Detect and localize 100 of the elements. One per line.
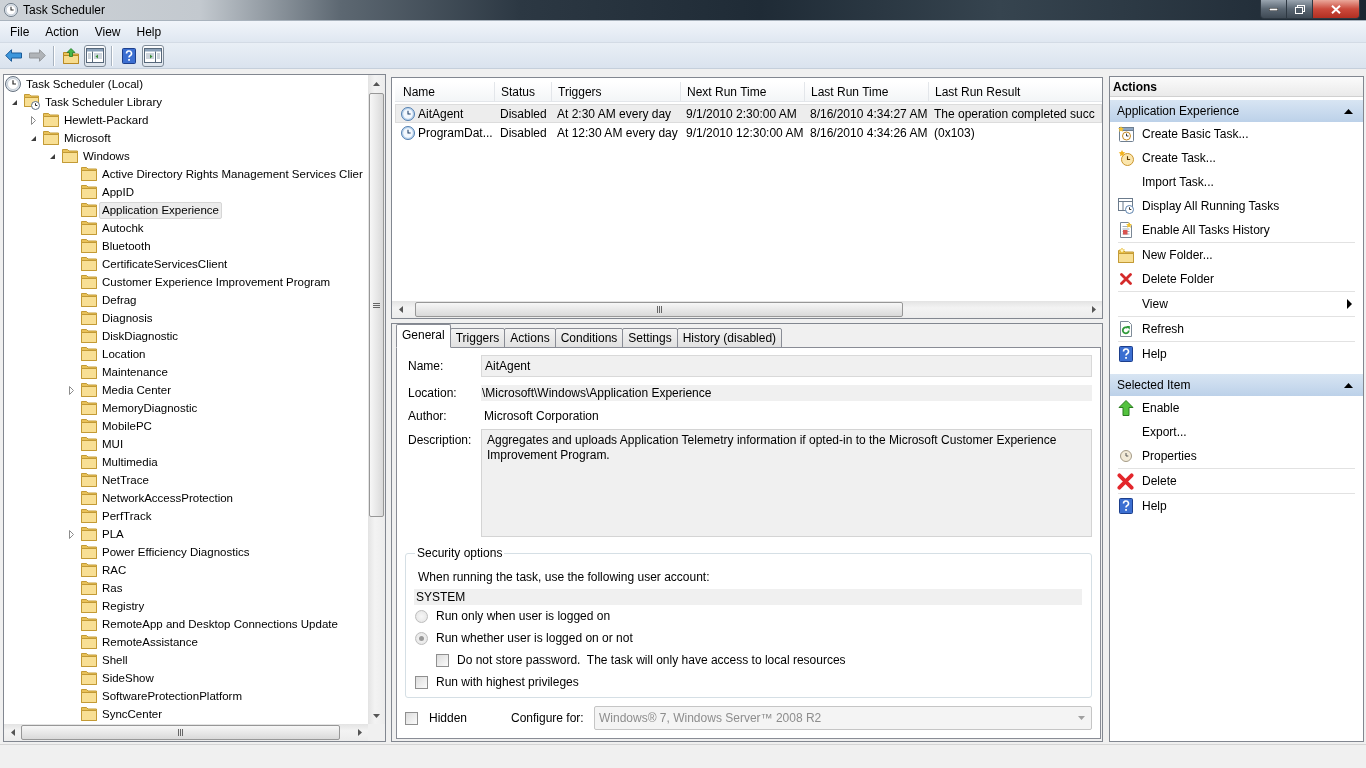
command-link[interactable]: Refresh [1110,317,1363,341]
menu-item[interactable]: Help [128,21,170,42]
command-link[interactable]: Create Basic Task... [1110,122,1363,146]
minimize-button[interactable] [1260,0,1287,19]
tree-item[interactable]: PLA [99,525,127,543]
tree-item[interactable]: Active Directory Rights Management Services Clier [99,165,366,183]
tree-item[interactable]: Windows [80,147,133,165]
command-link[interactable]: Delete Folder [1110,267,1363,291]
expanded-arrow-icon[interactable] [50,153,55,159]
tree-item[interactable]: SideShow [99,669,157,687]
table-row[interactable]: AitAgent Disabled At 2:30 AM every day 9/1/2010 2:30:00 AM 8/16/2010 4:34:27 AM The operation completed succ [395,104,1102,123]
account-field[interactable]: SYSTEM [414,589,1082,605]
tab[interactable]: Conditions [554,328,624,348]
tree-item[interactable]: RemoteApp and Desktop Connections Update [99,615,341,633]
description-field[interactable]: Aggregates and uploads Application Telemetry information if opted-in to the Microsoft Customer Experience Improvement Program. [481,429,1092,537]
column-header[interactable]: Status [495,82,552,102]
command-link[interactable]: Properties [1110,444,1363,468]
table-cell-text: The operation completed succ [933,106,1096,121]
tab[interactable]: Settings [622,328,678,348]
tree-item[interactable]: Customer Experience Improvement Program [99,273,334,291]
tree-item[interactable]: PerfTrack [99,507,155,525]
column-header[interactable]: Next Run Time [681,82,805,102]
tree-item[interactable]: Defrag [99,291,140,309]
section-header[interactable]: Selected Item [1110,374,1363,396]
checkbox[interactable] [405,711,418,725]
checkbox[interactable] [436,653,449,667]
command-link[interactable]: New Folder... [1110,243,1363,267]
tree-item[interactable]: Diagnosis [99,309,156,327]
tree-item[interactable]: Ras [99,579,126,597]
command-link[interactable]: Enable All Tasks History [1110,218,1363,242]
tree-item[interactable]: Multimedia [99,453,161,471]
menu-item[interactable]: Action [37,21,87,42]
scrollbar-thumb[interactable] [415,302,903,317]
tree-item[interactable]: SyncCenter [99,705,166,723]
scrollbar-thumb[interactable] [21,725,340,740]
restore-icon [1294,4,1305,14]
name-field[interactable]: AitAgent [481,355,1092,377]
close-button[interactable] [1313,0,1360,19]
tree-item[interactable]: Microsoft [61,129,114,147]
tree-item[interactable]: MUI [99,435,127,453]
tree-item[interactable]: SoftwareProtectionPlatform [99,687,245,705]
action-pane-button[interactable] [142,44,164,67]
collapsed-arrow-icon[interactable] [31,115,36,125]
expanded-arrow-icon[interactable] [12,99,17,105]
tree-item[interactable]: MemoryDiagnostic [99,399,201,417]
forward-arrow-icon [28,49,46,62]
tree-item[interactable]: Media Center [99,381,175,399]
menu-item[interactable]: File [2,21,38,42]
tree-item[interactable]: Shell [99,651,131,669]
radio-button[interactable] [415,631,428,645]
tree-item[interactable]: CertificateServicesClient [99,255,231,273]
command-link[interactable]: Create Task... [1110,146,1363,170]
radio-button[interactable] [415,609,428,623]
checkbox[interactable] [415,675,428,689]
command-link[interactable]: Delete [1110,469,1363,493]
tree-item[interactable]: Maintenance [99,363,171,381]
expanded-arrow-icon[interactable] [31,135,36,141]
tab[interactable]: Triggers [449,328,506,348]
console-tree-button[interactable] [84,44,106,67]
tree-item[interactable]: Application Experience [99,201,222,219]
tree-item[interactable]: AppID [99,183,137,201]
tree-item[interactable]: Task Scheduler Library [42,93,165,111]
collapsed-arrow-icon[interactable] [69,529,74,539]
column-header[interactable]: Name [395,82,495,102]
tab[interactable]: Actions [504,328,556,348]
tree-item[interactable]: NetworkAccessProtection [99,489,237,507]
tree-item[interactable]: Location [99,345,149,363]
table-row[interactable]: ProgramDat... Disabled At 12:30 AM every day 9/1/2010 12:30:00 AM 8/16/2010 4:34:26 AM (0x103) [395,123,1102,142]
tab[interactable]: General [396,324,451,348]
command-link[interactable]: Display All Running Tasks [1110,194,1363,218]
command-link[interactable]: Enable [1110,396,1363,420]
tree-item[interactable]: MobilePC [99,417,155,435]
folder-icon [81,185,97,199]
horizontal-scrollbar[interactable] [392,301,1102,318]
tree-item[interactable]: RemoteAssistance [99,633,201,651]
scrollbar-thumb[interactable] [369,93,384,517]
command-link[interactable]: Help [1110,494,1363,518]
command-link[interactable]: Help [1110,342,1363,366]
tree-item[interactable]: Task Scheduler (Local) [23,75,146,93]
tree-item[interactable]: NetTrace [99,471,152,489]
tree-item[interactable]: Bluetooth [99,237,154,255]
tab[interactable]: History (disabled) [676,328,783,348]
command-link[interactable]: Export... [1110,420,1363,444]
menu-item[interactable]: View [86,21,129,42]
column-header[interactable]: Triggers [552,82,681,102]
tree-item[interactable]: Power Efficiency Diagnostics [99,543,253,561]
location-field[interactable]: \Microsoft\Windows\Application Experience [481,385,1092,401]
horizontal-scrollbar[interactable] [4,724,368,741]
section-header[interactable]: Application Experience [1110,100,1363,122]
tree-item[interactable]: Registry [99,597,148,615]
command-link[interactable]: Import Task... [1110,170,1363,194]
vertical-scrollbar[interactable] [368,75,385,724]
command-link[interactable]: View [1110,292,1363,316]
column-header[interactable]: Last Run Time [805,82,929,102]
collapsed-arrow-icon[interactable] [69,385,74,395]
tree-item[interactable]: Hewlett-Packard [61,111,152,129]
restore-button[interactable] [1287,0,1313,19]
tree-item[interactable]: DiskDiagnostic [99,327,182,345]
tree-item[interactable]: Autochk [99,219,147,237]
tree-item[interactable]: RAC [99,561,130,579]
